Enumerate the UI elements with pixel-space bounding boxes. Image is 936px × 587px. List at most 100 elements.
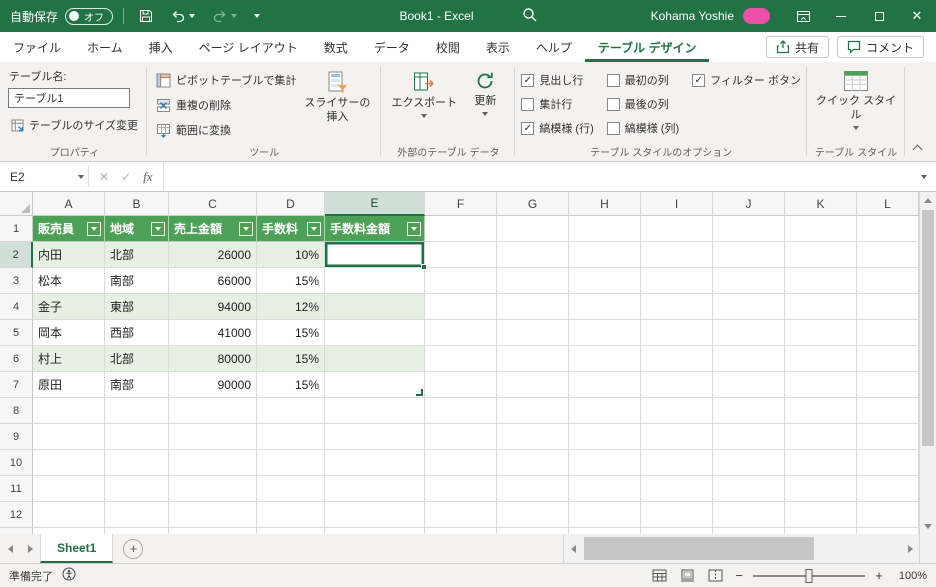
- cell-G4[interactable]: [497, 294, 569, 320]
- cell-F13[interactable]: [425, 528, 497, 534]
- cell-B13[interactable]: [105, 528, 169, 534]
- cell-C8[interactable]: [169, 398, 257, 424]
- cell-K8[interactable]: [785, 398, 857, 424]
- cell-G6[interactable]: [497, 346, 569, 372]
- minimize-button[interactable]: [822, 0, 860, 32]
- cell-A7[interactable]: 原田: [33, 372, 105, 398]
- cell-E8[interactable]: [325, 398, 425, 424]
- refresh-button[interactable]: 更新: [461, 67, 509, 119]
- cell-H3[interactable]: [569, 268, 641, 294]
- vertical-scroll-thumb[interactable]: [922, 210, 934, 446]
- style-option-5[interactable]: 縞模様 (列): [606, 120, 679, 136]
- cell-I4[interactable]: [641, 294, 713, 320]
- cell-A3[interactable]: 松本: [33, 268, 105, 294]
- cell-C7[interactable]: 90000: [169, 372, 257, 398]
- row-header-1[interactable]: 1: [0, 216, 33, 242]
- cell-I8[interactable]: [641, 398, 713, 424]
- cell-F3[interactable]: [425, 268, 497, 294]
- cell-F6[interactable]: [425, 346, 497, 372]
- cell-B7[interactable]: 南部: [105, 372, 169, 398]
- cell-I3[interactable]: [641, 268, 713, 294]
- cell-J8[interactable]: [713, 398, 785, 424]
- cell-E9[interactable]: [325, 424, 425, 450]
- select-all-button[interactable]: [0, 192, 33, 216]
- cell-C3[interactable]: 66000: [169, 268, 257, 294]
- resize-table-button[interactable]: テーブルのサイズ変更: [8, 115, 141, 135]
- cell-J3[interactable]: [713, 268, 785, 294]
- redo-button[interactable]: [207, 0, 242, 32]
- row-header-12[interactable]: 12: [0, 502, 33, 528]
- cell-J5[interactable]: [713, 320, 785, 346]
- cell-G11[interactable]: [497, 476, 569, 502]
- style-option-0[interactable]: ✓ 見出し行: [521, 72, 593, 88]
- accessibility-button[interactable]: [62, 567, 76, 584]
- zoom-out-button[interactable]: −: [733, 568, 745, 583]
- cell-B8[interactable]: [105, 398, 169, 424]
- cell-G9[interactable]: [497, 424, 569, 450]
- user-name[interactable]: Kohama Yoshie: [651, 9, 734, 23]
- row-header-6[interactable]: 6: [0, 346, 33, 372]
- horizontal-scroll-thumb[interactable]: [584, 537, 814, 560]
- cell-J7[interactable]: [713, 372, 785, 398]
- cell-C12[interactable]: [169, 502, 257, 528]
- table-resize-handle[interactable]: [416, 389, 423, 396]
- cell-L1[interactable]: [857, 216, 919, 242]
- scroll-right-icon[interactable]: [901, 534, 919, 563]
- row-header-11[interactable]: 11: [0, 476, 33, 502]
- cell-J10[interactable]: [713, 450, 785, 476]
- column-header-G[interactable]: G: [497, 192, 569, 216]
- cell-E5[interactable]: [325, 320, 425, 346]
- enter-icon[interactable]: ✓: [121, 170, 131, 184]
- filter-dropdown-icon[interactable]: [407, 221, 421, 236]
- table-name-input[interactable]: テーブル1: [8, 88, 130, 108]
- cell-F2[interactable]: [425, 242, 497, 268]
- style-option-4[interactable]: 最後の列: [606, 96, 679, 112]
- cell-D7[interactable]: 15%: [257, 372, 325, 398]
- cell-B9[interactable]: [105, 424, 169, 450]
- save-button[interactable]: [134, 0, 158, 32]
- cell-F12[interactable]: [425, 502, 497, 528]
- column-header-A[interactable]: A: [33, 192, 105, 216]
- page-layout-view-button[interactable]: [677, 566, 697, 586]
- cell-F7[interactable]: [425, 372, 497, 398]
- close-button[interactable]: ✕: [898, 0, 936, 32]
- column-header-H[interactable]: H: [569, 192, 641, 216]
- cell-C4[interactable]: 94000: [169, 294, 257, 320]
- cell-E1[interactable]: 手数料金額: [325, 216, 425, 242]
- row-header-4[interactable]: 4: [0, 294, 33, 320]
- cell-J1[interactable]: [713, 216, 785, 242]
- cell-H9[interactable]: [569, 424, 641, 450]
- cell-B4[interactable]: 東部: [105, 294, 169, 320]
- column-header-D[interactable]: D: [257, 192, 325, 216]
- formula-bar-expand-button[interactable]: [912, 162, 936, 191]
- cell-H11[interactable]: [569, 476, 641, 502]
- cell-B12[interactable]: [105, 502, 169, 528]
- sheet-tab-sheet1[interactable]: Sheet1: [40, 534, 114, 563]
- cell-L12[interactable]: [857, 502, 919, 528]
- vertical-scrollbar[interactable]: [919, 192, 936, 534]
- quick-styles-button[interactable]: クイック スタイル: [813, 67, 899, 133]
- cell-J12[interactable]: [713, 502, 785, 528]
- ribbon-tab-3[interactable]: 挿入: [136, 32, 186, 62]
- cell-K11[interactable]: [785, 476, 857, 502]
- column-header-I[interactable]: I: [641, 192, 713, 216]
- ribbon-display-options-button[interactable]: [784, 0, 822, 32]
- cell-A1[interactable]: 販売員: [33, 216, 105, 242]
- remove-duplicates-button[interactable]: 重複の削除: [153, 95, 299, 115]
- cell-A11[interactable]: [33, 476, 105, 502]
- cell-B11[interactable]: [105, 476, 169, 502]
- cell-G3[interactable]: [497, 268, 569, 294]
- cell-F5[interactable]: [425, 320, 497, 346]
- cell-H8[interactable]: [569, 398, 641, 424]
- cell-B10[interactable]: [105, 450, 169, 476]
- cell-H1[interactable]: [569, 216, 641, 242]
- cell-L10[interactable]: [857, 450, 919, 476]
- cell-A10[interactable]: [33, 450, 105, 476]
- cell-E6[interactable]: [325, 346, 425, 372]
- cell-G10[interactable]: [497, 450, 569, 476]
- cell-C10[interactable]: [169, 450, 257, 476]
- cell-E10[interactable]: [325, 450, 425, 476]
- name-box-dropdown-icon[interactable]: [78, 174, 84, 179]
- cell-H2[interactable]: [569, 242, 641, 268]
- cell-A8[interactable]: [33, 398, 105, 424]
